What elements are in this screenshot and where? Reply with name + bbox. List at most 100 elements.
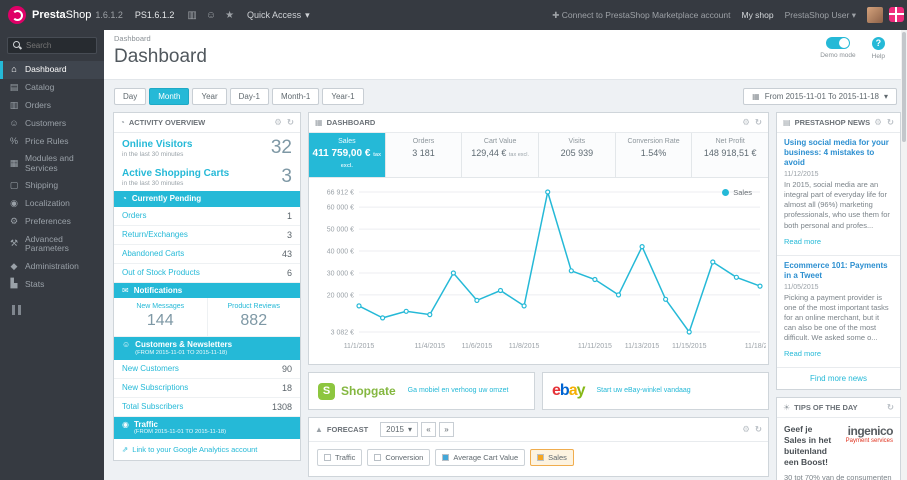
- tab-day[interactable]: Day: [114, 88, 147, 105]
- new-messages-cell[interactable]: New Messages 144: [114, 298, 207, 336]
- ebay-letter: a: [568, 382, 578, 399]
- shopgate-promo-link[interactable]: Ga mobiel en verhoog uw omzet: [408, 387, 509, 395]
- metric-label: Sales: [548, 453, 567, 462]
- tab-month-1[interactable]: Month-1: [271, 88, 320, 105]
- ebay-promo-card[interactable]: ebay Start uw eBay-winkel vandaag: [542, 372, 769, 410]
- sidebar-item-localization[interactable]: ◉ Localization: [0, 195, 104, 213]
- abandoned-carts-row[interactable]: Abandoned Carts 43: [114, 245, 300, 264]
- total-subscribers-row[interactable]: Total Subscribers 1308: [114, 398, 300, 417]
- sidebar-item-shipping[interactable]: ▢ Shipping: [0, 177, 104, 195]
- google-analytics-link[interactable]: ⇗ Link to your Google Analytics account: [114, 439, 300, 460]
- panel-refresh-icon[interactable]: ↻: [887, 117, 894, 128]
- kpi-cart-value[interactable]: Cart Value 129,44 € tax excl.: [462, 133, 540, 177]
- my-shop-link[interactable]: My shop: [741, 10, 773, 20]
- demo-mode-toggle[interactable]: [825, 37, 850, 49]
- svg-text:11/4/2015: 11/4/2015: [414, 343, 445, 350]
- panel-refresh-icon[interactable]: ↻: [755, 424, 762, 435]
- news-panel-header: ▤ PRESTASHOP NEWS ⚙ ↻: [777, 113, 900, 133]
- tab-year[interactable]: Year: [192, 88, 227, 105]
- quick-access-menu[interactable]: Quick Access ▾: [247, 10, 310, 21]
- product-reviews-cell[interactable]: Product Reviews 882: [206, 298, 301, 337]
- row-value: 18: [281, 382, 292, 393]
- find-more-news-link[interactable]: Find more news: [777, 368, 900, 389]
- forecast-metric-sales[interactable]: Sales: [530, 449, 574, 466]
- activity-panel-header: ◔ ACTIVITY OVERVIEW ⚙ ↻: [114, 113, 300, 133]
- sidebar-item-catalog[interactable]: ▤ Catalog: [0, 79, 104, 97]
- kpi-visits[interactable]: Visits 205 939: [539, 133, 616, 177]
- brand-name[interactable]: PrestaShop: [32, 9, 91, 21]
- tips-of-the-day-panel: ☀ TIPS OF THE DAY ↻ Geef je Sales in het…: [776, 397, 901, 480]
- article-title[interactable]: Ecommerce 101: Payments in a Tweet: [784, 261, 893, 281]
- online-visitors-row[interactable]: Online Visitors in the last 30 minutes 3…: [114, 133, 300, 162]
- sidebar-item-administration[interactable]: ◆ Administration: [0, 258, 104, 276]
- sidebar-item-orders[interactable]: ▥ Orders: [0, 97, 104, 115]
- kpi-net-profit[interactable]: Net Profit 148 918,51 €: [692, 133, 768, 177]
- new-customers-row[interactable]: New Customers 90: [114, 360, 300, 379]
- kpi-sales[interactable]: Sales 411 759,00 € tax excl.: [309, 133, 386, 177]
- kpi-orders[interactable]: Orders 3 181: [386, 133, 463, 177]
- kpi-conversion-rate[interactable]: Conversion Rate 1.54%: [616, 133, 693, 177]
- panel-refresh-icon[interactable]: ↻: [887, 402, 894, 413]
- panel-settings-icon[interactable]: ⚙: [274, 117, 282, 128]
- sidebar-item-label: Preferences: [25, 216, 71, 227]
- sidebar: ⌂ Dashboard ▤ Catalog ▥ Orders ☺ Customers %…: [0, 30, 104, 480]
- pending-returns-row[interactable]: Return/Exchanges 3: [114, 226, 300, 245]
- trophy-icon[interactable]: ★: [225, 10, 234, 21]
- new-subscriptions-row[interactable]: New Subscriptions 18: [114, 379, 300, 398]
- user-menu[interactable]: PrestaShop User ▾: [785, 10, 856, 21]
- panel-settings-icon[interactable]: ⚙: [874, 117, 882, 128]
- gift-icon[interactable]: [889, 7, 904, 22]
- sidebar-item-customers[interactable]: ☺ Customers: [0, 115, 104, 133]
- article-title[interactable]: Using social media for your business: 4 …: [784, 138, 893, 168]
- sidebar-item-stats[interactable]: ▙ Stats: [0, 275, 104, 293]
- module-promos: S Shopgate Ga mobiel en verhoog uw omzet…: [308, 372, 769, 410]
- next-year-button[interactable]: »: [438, 422, 454, 437]
- shop-badge[interactable]: PS1.6.1.2: [135, 10, 175, 20]
- year-select[interactable]: 2015 ▾: [380, 422, 418, 437]
- cell-label: New Messages: [136, 303, 185, 311]
- news-article: Using social media for your business: 4 …: [777, 133, 900, 256]
- panel-refresh-icon[interactable]: ↻: [755, 117, 762, 128]
- panel-title: TIPS OF THE DAY: [794, 403, 858, 413]
- collapse-sidebar-button[interactable]: [12, 305, 104, 316]
- forecast-metric-traffic[interactable]: Traffic: [317, 449, 363, 466]
- search-input[interactable]: [26, 41, 91, 50]
- sidebar-item-advanced-parameters[interactable]: ⚒ Advanced Parameters: [0, 231, 104, 258]
- tab-day-1[interactable]: Day-1: [229, 88, 269, 105]
- out-of-stock-row[interactable]: Out of Stock Products 6: [114, 264, 300, 283]
- tab-year-1[interactable]: Year-1: [322, 88, 364, 105]
- panel-settings-icon[interactable]: ⚙: [742, 117, 750, 128]
- year-value: 2015: [386, 425, 404, 434]
- chart-legend[interactable]: Sales: [722, 188, 752, 197]
- sidebar-item-label: Catalog: [25, 82, 55, 93]
- date-range-picker[interactable]: ▦ From 2015-11-01 To 2015-11-18 ▾: [743, 88, 897, 105]
- marketplace-link[interactable]: ✚ Connect to PrestaShop Marketplace acco…: [552, 10, 730, 21]
- metric-label: Conversion: [385, 453, 424, 462]
- profile-icon[interactable]: ☺: [206, 10, 216, 21]
- cart-icon[interactable]: ▥: [187, 10, 196, 21]
- ebay-promo-link[interactable]: Start uw eBay-winkel vandaag: [597, 387, 691, 395]
- prestashop-logo-icon[interactable]: [8, 6, 26, 24]
- sidebar-item-price-rules[interactable]: % Price Rules: [0, 133, 104, 151]
- forecast-metric-conversion[interactable]: Conversion: [367, 449, 431, 466]
- read-more-link[interactable]: Read more: [784, 349, 821, 358]
- sidebar-item-modules[interactable]: ▦ Modules and Services: [0, 150, 104, 177]
- forecast-metric-average-cart-value[interactable]: Average Cart Value: [435, 449, 526, 466]
- kpi-value: 148 918,51 €: [703, 148, 757, 158]
- breadcrumb[interactable]: Dashboard: [114, 34, 901, 43]
- avatar[interactable]: [867, 7, 883, 23]
- tab-month[interactable]: Month: [149, 88, 190, 105]
- active-carts-row[interactable]: Active Shopping Carts in the last 30 min…: [114, 162, 300, 191]
- row-value: 6: [286, 267, 292, 278]
- sidebar-item-dashboard[interactable]: ⌂ Dashboard: [0, 61, 104, 79]
- read-more-link[interactable]: Read more: [784, 237, 821, 246]
- pending-orders-row[interactable]: Orders 1: [114, 207, 300, 226]
- prev-year-button[interactable]: «: [420, 422, 436, 437]
- help-button[interactable]: ?: [871, 37, 885, 50]
- shopgate-promo-card[interactable]: S Shopgate Ga mobiel en verhoog uw omzet: [308, 372, 535, 410]
- panel-settings-icon[interactable]: ⚙: [742, 424, 750, 435]
- sidebar-search[interactable]: [7, 37, 97, 54]
- scrollbar-thumb[interactable]: [902, 32, 906, 142]
- panel-refresh-icon[interactable]: ↻: [287, 117, 294, 128]
- sidebar-item-preferences[interactable]: ⚙ Preferences: [0, 213, 104, 231]
